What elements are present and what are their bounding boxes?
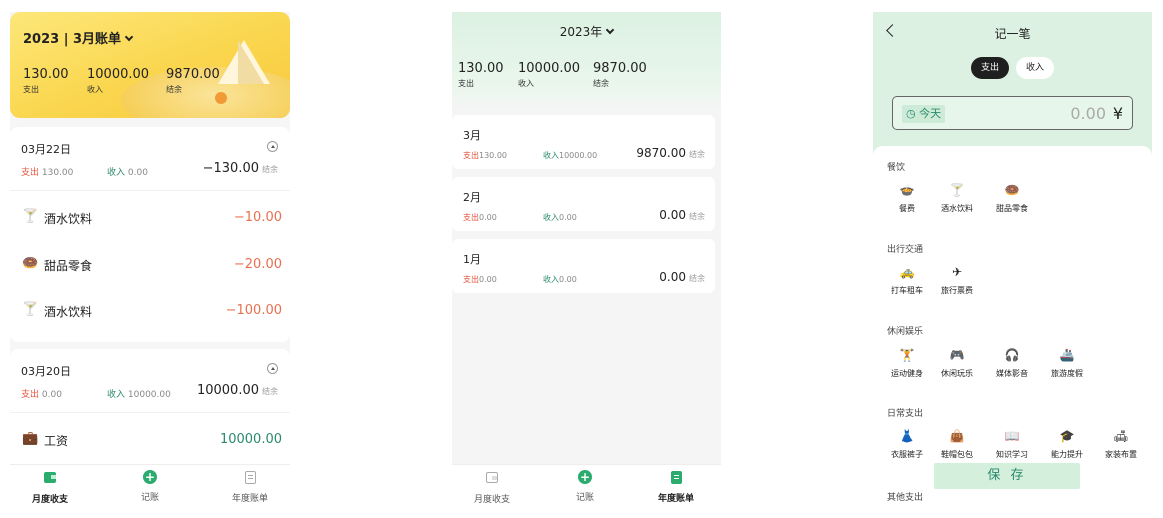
list-item[interactable]: 🍸 酒水饮料 −100.00 bbox=[10, 294, 290, 330]
category-fitness[interactable]: 🏋 运动健身 bbox=[885, 347, 929, 379]
day-expense: 支出 130.00 bbox=[21, 168, 74, 178]
amount-input[interactable]: 0.00 bbox=[1070, 104, 1106, 123]
category-media[interactable]: 🎧 媒体影音 bbox=[990, 347, 1034, 379]
ledger-icon bbox=[670, 471, 682, 484]
ticket-icon: ✈ bbox=[951, 265, 963, 279]
month-card[interactable]: 3月 支出130.00 收入10000.00 9870.00 结余 bbox=[452, 115, 715, 169]
list-item[interactable]: 🍸 酒水饮料 −10.00 bbox=[10, 201, 290, 237]
category-heading: 其他支出 bbox=[887, 493, 924, 503]
salary-icon: 💼 bbox=[22, 431, 39, 446]
plus-icon: + bbox=[578, 470, 592, 484]
amount-field[interactable]: ◷ 今天 0.00 ¥ bbox=[892, 96, 1133, 130]
dessert-icon: 🍩 bbox=[1004, 183, 1020, 197]
day-expense: 支出 0.00 bbox=[21, 390, 62, 400]
summary-income: 10000.00 收入 bbox=[87, 67, 150, 94]
day-balance: 10000.00 结余 bbox=[196, 383, 278, 398]
gamepad-icon: 🎮 bbox=[949, 348, 965, 362]
currency-symbol: ¥ bbox=[1112, 104, 1123, 123]
dumbbell-icon: 🏋 bbox=[899, 348, 915, 362]
headphones-icon: 🎧 bbox=[1004, 348, 1020, 362]
tab-yearly[interactable]: 年度账单 bbox=[636, 470, 716, 504]
cocktail-icon: 🍸 bbox=[949, 183, 965, 197]
summary-income: 10000.00 收入 bbox=[518, 61, 581, 88]
category-meal[interactable]: 🍲 餐费 bbox=[885, 182, 929, 214]
new-record-screen: 记一笔 支出 收入 ◷ 今天 0.00 ¥ 餐饮 🍲 餐费 🍸 酒水饮料 🍩 甜品零食… bbox=[873, 12, 1152, 508]
list-item[interactable]: 🍩 甜品零食 −20.00 bbox=[10, 248, 290, 284]
category-heading: 出行交通 bbox=[887, 245, 924, 255]
category-travel[interactable]: 🚢 旅游度假 bbox=[1045, 347, 1089, 379]
tab-record[interactable]: + 记账 bbox=[110, 470, 190, 503]
tab-expense[interactable]: 支出 bbox=[971, 57, 1009, 79]
date-picker[interactable]: ◷ 今天 bbox=[902, 105, 946, 123]
meal-icon: 🍲 bbox=[899, 183, 915, 197]
chevron-down-icon bbox=[606, 25, 615, 35]
ship-icon: 🚢 bbox=[1059, 348, 1075, 362]
wallet-icon bbox=[486, 472, 498, 483]
category-taxi[interactable]: 🚕 打车租车 bbox=[885, 264, 929, 296]
yearly-bill-screen: 2023年 130.00 支出 10000.00 收入 9870.00 结余 3… bbox=[452, 12, 721, 508]
category-dessert[interactable]: 🍩 甜品零食 bbox=[990, 182, 1034, 214]
chevron-down-icon bbox=[124, 32, 134, 42]
summary-expense: 130.00 支出 bbox=[458, 61, 504, 88]
cocktail-icon: 🍸 bbox=[22, 209, 39, 224]
category-ticket[interactable]: ✈ 旅行票费 bbox=[935, 264, 979, 296]
day-card: 03月20日 支出 0.00 收入 10000.00 10000.00 结余 💼 … bbox=[10, 349, 290, 469]
list-item[interactable]: 💼 工资 10000.00 bbox=[10, 423, 290, 459]
tab-monthly[interactable]: 月度收支 bbox=[10, 470, 90, 505]
category-heading: 休闲娱乐 bbox=[887, 327, 924, 337]
tab-record[interactable]: + 记账 bbox=[545, 470, 625, 503]
ledger-icon bbox=[244, 471, 256, 484]
monthly-bill-screen: 2023 | 3月账单 130.00 支出 10000.00 收入 9870.0… bbox=[10, 12, 290, 508]
bottom-tab-bar: 月度收支 + 记账 年度账单 bbox=[452, 464, 721, 508]
category-heading: 餐饮 bbox=[887, 163, 906, 173]
month-card[interactable]: 1月 支出0.00 收入0.00 0.00 结余 bbox=[452, 239, 715, 293]
category-skills[interactable]: 🎓 能力提升 bbox=[1045, 428, 1089, 460]
save-button[interactable]: 保 存 bbox=[934, 463, 1080, 489]
cocktail-icon: 🍸 bbox=[22, 302, 39, 317]
category-clothes[interactable]: 👗 衣服裤子 bbox=[885, 428, 929, 460]
summary-expense: 130.00 支出 bbox=[23, 67, 69, 94]
summary-balance: 9870.00 结余 bbox=[593, 61, 647, 88]
day-income: 收入 0.00 bbox=[107, 168, 148, 178]
tab-monthly[interactable]: 月度收支 bbox=[452, 470, 532, 505]
day-balance: −130.00 结余 bbox=[202, 161, 278, 176]
taxi-icon: 🚕 bbox=[899, 265, 915, 279]
summary-balance: 9870.00 结余 bbox=[166, 67, 220, 94]
month-picker[interactable]: 2023 | 3月账单 bbox=[23, 28, 134, 47]
dress-icon: 👗 bbox=[899, 429, 915, 443]
book-icon: 📖 bbox=[1004, 429, 1020, 443]
calendar-icon: ◷ bbox=[906, 107, 916, 120]
plus-icon: + bbox=[143, 470, 157, 484]
dessert-icon: 🍩 bbox=[22, 256, 39, 271]
tab-yearly[interactable]: 年度账单 bbox=[210, 470, 290, 504]
month-card[interactable]: 2月 支出0.00 收入0.00 0.00 结余 bbox=[452, 177, 715, 231]
page-title: 记一笔 bbox=[994, 27, 1031, 41]
category-heading: 日常支出 bbox=[887, 409, 924, 419]
category-study[interactable]: 📖 知识学习 bbox=[990, 428, 1034, 460]
category-leisure[interactable]: 🎮 休闲玩乐 bbox=[935, 347, 979, 379]
category-drinks[interactable]: 🍸 酒水饮料 bbox=[935, 182, 979, 214]
wallet-icon bbox=[44, 472, 56, 483]
collapse-icon[interactable] bbox=[267, 141, 278, 152]
tab-income[interactable]: 收入 bbox=[1016, 57, 1054, 79]
bottom-tab-bar: 月度收支 + 记账 年度账单 bbox=[10, 464, 290, 508]
month-summary-banner: 2023 | 3月账单 130.00 支出 10000.00 收入 9870.0… bbox=[10, 12, 290, 118]
category-panel: 餐饮 🍲 餐费 🍸 酒水饮料 🍩 甜品零食 出行交通 🚕 打车租车 ✈ 旅行票费 休闲娱乐… bbox=[873, 146, 1152, 508]
category-bags[interactable]: 👜 鞋帽包包 bbox=[935, 428, 979, 460]
bag-icon: 👜 bbox=[949, 429, 965, 443]
category-furniture[interactable]: 🛋 家装布置 bbox=[1099, 428, 1143, 460]
furniture-icon: 🛋 bbox=[1113, 429, 1129, 443]
graduation-icon: 🎓 bbox=[1059, 429, 1075, 443]
day-card: 03月22日 支出 130.00 收入 0.00 −130.00 结余 🍸 酒水饮… bbox=[10, 127, 290, 342]
collapse-icon[interactable] bbox=[267, 363, 278, 374]
year-picker[interactable]: 2023年 bbox=[452, 23, 721, 40]
day-income: 收入 10000.00 bbox=[107, 390, 171, 400]
